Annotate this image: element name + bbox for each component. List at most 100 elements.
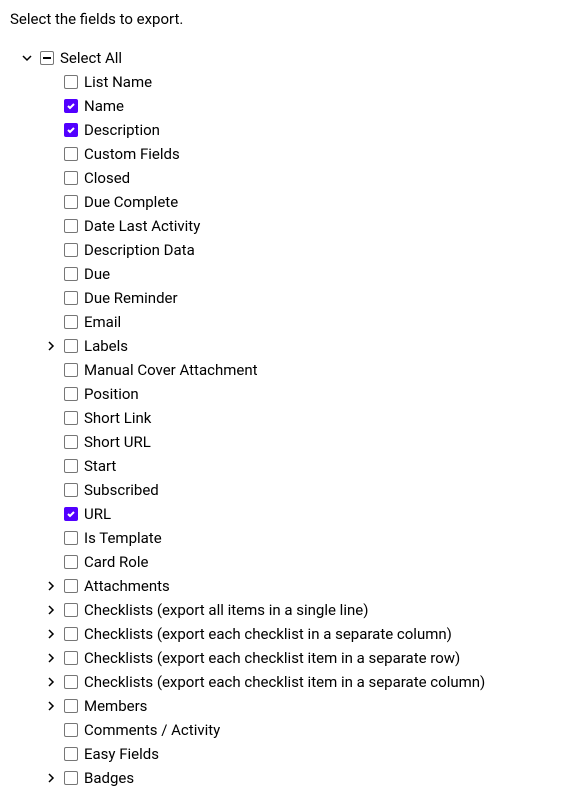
- tree-row: Date Last Activity: [20, 214, 566, 238]
- field-checkbox[interactable]: [64, 627, 78, 641]
- field-label: Name: [84, 97, 124, 115]
- tree-row: URL: [20, 502, 566, 526]
- expander-spacer: [44, 195, 58, 209]
- field-checkbox[interactable]: [64, 675, 78, 689]
- expander-spacer: [44, 315, 58, 329]
- expander-spacer: [44, 291, 58, 305]
- field-label: Email: [84, 313, 121, 331]
- field-checkbox[interactable]: [64, 75, 78, 89]
- field-checkbox[interactable]: [64, 171, 78, 185]
- chevron-down-icon[interactable]: [20, 51, 34, 65]
- field-label: Manual Cover Attachment: [84, 361, 258, 379]
- expander-spacer: [44, 171, 58, 185]
- field-label: Badges: [84, 769, 134, 787]
- field-label: Due: [84, 265, 110, 283]
- field-label: Comments / Activity: [84, 721, 220, 739]
- field-tree: Select All List NameNameDescriptionCusto…: [10, 46, 566, 790]
- field-checkbox[interactable]: [64, 531, 78, 545]
- field-label: Due Reminder: [84, 289, 178, 307]
- field-checkbox[interactable]: [64, 579, 78, 593]
- tree-row: Badges: [20, 766, 566, 790]
- tree-row: Attachments: [20, 574, 566, 598]
- field-checkbox[interactable]: [64, 195, 78, 209]
- tree-row: Due Reminder: [20, 286, 566, 310]
- field-label: Short URL: [84, 433, 151, 451]
- tree-root-row: Select All: [20, 46, 566, 70]
- tree-row: Manual Cover Attachment: [20, 358, 566, 382]
- field-checkbox[interactable]: [64, 339, 78, 353]
- chevron-right-icon[interactable]: [44, 771, 58, 785]
- field-checkbox[interactable]: [64, 459, 78, 473]
- tree-row: Start: [20, 454, 566, 478]
- expander-spacer: [44, 387, 58, 401]
- chevron-right-icon[interactable]: [44, 627, 58, 641]
- expander-spacer: [44, 219, 58, 233]
- chevron-right-icon[interactable]: [44, 675, 58, 689]
- tree-row: Name: [20, 94, 566, 118]
- field-label: Custom Fields: [84, 145, 180, 163]
- field-checkbox[interactable]: [64, 123, 78, 137]
- field-checkbox[interactable]: [64, 267, 78, 281]
- field-checkbox[interactable]: [64, 411, 78, 425]
- field-checkbox[interactable]: [64, 99, 78, 113]
- chevron-right-icon[interactable]: [44, 579, 58, 593]
- field-checkbox[interactable]: [64, 483, 78, 497]
- field-checkbox[interactable]: [64, 147, 78, 161]
- tree-row: Description: [20, 118, 566, 142]
- field-checkbox[interactable]: [64, 747, 78, 761]
- field-checkbox[interactable]: [64, 603, 78, 617]
- tree-row: Due Complete: [20, 190, 566, 214]
- tree-row: Custom Fields: [20, 142, 566, 166]
- field-label: Easy Fields: [84, 745, 159, 763]
- tree-row: Checklists (export each checklist in a s…: [20, 622, 566, 646]
- chevron-right-icon[interactable]: [44, 339, 58, 353]
- field-checkbox[interactable]: [64, 291, 78, 305]
- field-label: Checklists (export each checklist item i…: [84, 673, 485, 691]
- field-checkbox[interactable]: [64, 387, 78, 401]
- field-checkbox[interactable]: [64, 651, 78, 665]
- field-label: Card Role: [84, 553, 148, 571]
- tree-row: Checklists (export each checklist item i…: [20, 670, 566, 694]
- tree-row: Checklists (export all items in a single…: [20, 598, 566, 622]
- expander-spacer: [44, 243, 58, 257]
- tree-row: Subscribed: [20, 478, 566, 502]
- field-label: Description Data: [84, 241, 195, 259]
- field-label: Start: [84, 457, 116, 475]
- field-checkbox[interactable]: [64, 723, 78, 737]
- page-header: Select the fields to export.: [10, 10, 566, 28]
- tree-row: Email: [20, 310, 566, 334]
- chevron-right-icon[interactable]: [44, 603, 58, 617]
- field-checkbox[interactable]: [64, 243, 78, 257]
- tree-row: Is Template: [20, 526, 566, 550]
- chevron-right-icon[interactable]: [44, 651, 58, 665]
- expander-spacer: [44, 723, 58, 737]
- field-checkbox[interactable]: [64, 435, 78, 449]
- select-all-label: Select All: [60, 49, 122, 67]
- field-label: Position: [84, 385, 139, 403]
- field-checkbox[interactable]: [64, 555, 78, 569]
- expander-spacer: [44, 147, 58, 161]
- tree-row: Short Link: [20, 406, 566, 430]
- expander-spacer: [44, 363, 58, 377]
- field-label: Due Complete: [84, 193, 178, 211]
- field-label: Attachments: [84, 577, 170, 595]
- field-checkbox[interactable]: [64, 219, 78, 233]
- tree-row: Closed: [20, 166, 566, 190]
- field-label: Is Template: [84, 529, 162, 547]
- tree-children: List NameNameDescriptionCustom FieldsClo…: [20, 70, 566, 790]
- field-label: URL: [84, 505, 111, 523]
- field-checkbox[interactable]: [64, 771, 78, 785]
- field-label: Labels: [84, 337, 128, 355]
- field-checkbox[interactable]: [64, 699, 78, 713]
- field-checkbox[interactable]: [64, 315, 78, 329]
- chevron-right-icon[interactable]: [44, 699, 58, 713]
- select-all-checkbox[interactable]: [40, 51, 54, 65]
- expander-spacer: [44, 747, 58, 761]
- expander-spacer: [44, 507, 58, 521]
- expander-spacer: [44, 483, 58, 497]
- field-checkbox[interactable]: [64, 363, 78, 377]
- tree-row: Members: [20, 694, 566, 718]
- expander-spacer: [44, 411, 58, 425]
- expander-spacer: [44, 555, 58, 569]
- field-checkbox[interactable]: [64, 507, 78, 521]
